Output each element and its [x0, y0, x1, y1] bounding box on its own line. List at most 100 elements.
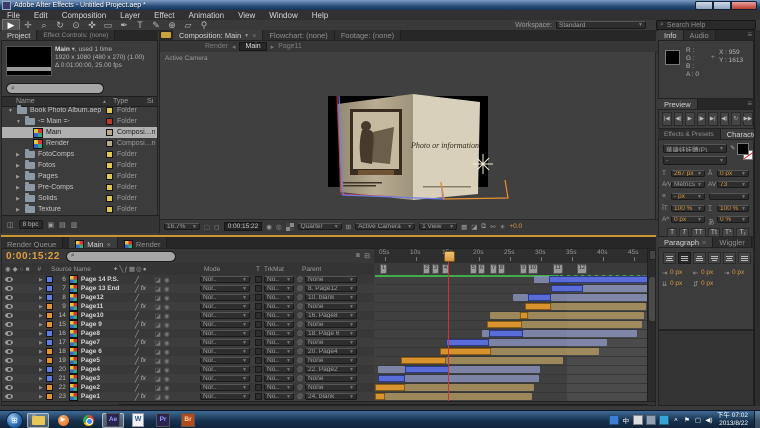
t-toggle[interactable]: [255, 285, 262, 292]
parent-dropdown[interactable]: None▼: [305, 303, 357, 310]
trkmat-dropdown[interactable]: No..▼: [264, 285, 294, 292]
faux-style-toggle[interactable]: T: [679, 228, 689, 237]
disclosure-arrow-icon[interactable]: ▶: [39, 394, 43, 400]
switch-icon-b[interactable]: ◉: [164, 330, 170, 338]
tab-paragraph[interactable]: Paragraph×: [658, 237, 713, 247]
pixel-aspect-icon[interactable]: ⊞: [346, 223, 351, 231]
first-frame-button[interactable]: |◀: [662, 112, 672, 126]
quality-switch-icon[interactable]: ╱: [135, 285, 139, 293]
comp-mini-flowchart-icon[interactable]: ⧈: [356, 252, 360, 260]
label-color-chip[interactable]: [46, 330, 53, 337]
layer-name[interactable]: Page11: [81, 303, 133, 310]
trkmat-dropdown[interactable]: No..▼: [264, 339, 294, 346]
quality-switch-icon[interactable]: ╱: [135, 321, 139, 329]
switch-icon-b[interactable]: ◉: [164, 321, 170, 329]
label-color-chip[interactable]: [46, 393, 53, 400]
type-tool-icon[interactable]: T: [132, 20, 148, 30]
space-before-value[interactable]: 0 px: [670, 280, 682, 287]
loop-button[interactable]: ↻: [731, 112, 741, 126]
layer-bar-active[interactable]: [520, 312, 528, 319]
switch-icon-b[interactable]: ◉: [164, 357, 170, 365]
switch-icon-b[interactable]: ◉: [164, 393, 170, 401]
menu-help[interactable]: Help: [305, 11, 335, 20]
label-color-chip[interactable]: [106, 162, 113, 169]
trkmat-dropdown[interactable]: No..▼: [264, 321, 294, 328]
disclosure-arrow-icon[interactable]: ▶: [39, 313, 43, 319]
disclosure-arrow-icon[interactable]: ▶: [39, 358, 43, 364]
tray-window-icon[interactable]: [633, 415, 643, 425]
label-color-chip[interactable]: [106, 151, 113, 158]
label-color-chip[interactable]: [46, 339, 53, 346]
flowchart-icon[interactable]: ⚯: [490, 223, 495, 231]
vertical-scale-dropdown[interactable]: 100 %▼: [671, 205, 705, 212]
trkmat-dropdown[interactable]: No..▼: [264, 348, 294, 355]
switch-icon-a[interactable]: ◪: [155, 384, 161, 392]
eye-icon[interactable]: [5, 340, 13, 345]
grid-icon[interactable]: ▦: [461, 223, 467, 231]
eye-icon[interactable]: [5, 322, 13, 327]
eye-icon[interactable]: [5, 286, 13, 291]
label-color-chip[interactable]: [46, 276, 53, 283]
trkmat-dropdown[interactable]: No..▼: [264, 357, 294, 364]
align-button-0[interactable]: [663, 252, 676, 264]
t-toggle[interactable]: [255, 384, 262, 391]
mask-toggle-icon[interactable]: ◪: [471, 223, 477, 231]
t-toggle[interactable]: [255, 276, 262, 283]
parent-pickwhip-icon[interactable]: @: [297, 304, 303, 310]
parent-pickwhip-icon[interactable]: @: [297, 295, 303, 301]
switch-icon-b[interactable]: ◉: [164, 348, 170, 356]
align-button-2[interactable]: [693, 252, 706, 264]
comp-marker-3[interactable]: 3: [432, 264, 439, 274]
project-search-input[interactable]: ⌕: [6, 83, 104, 94]
mode-dropdown[interactable]: Nor..▼: [200, 375, 250, 382]
layer-bar-active[interactable]: [446, 339, 489, 346]
switch-icon-b[interactable]: ◉: [164, 384, 170, 392]
parent-dropdown[interactable]: None▼: [305, 384, 357, 391]
switch-icon-b[interactable]: ◉: [164, 375, 170, 383]
tab-project[interactable]: Project: [1, 30, 37, 40]
hand-tool-icon[interactable]: ✛: [20, 20, 36, 30]
breadcrumb-current[interactable]: Main: [239, 42, 266, 51]
fx-switch-icon[interactable]: fx: [141, 321, 151, 328]
indent-left-value[interactable]: 0 px: [670, 269, 682, 276]
disclosure-arrow-icon[interactable]: ▶: [39, 286, 43, 292]
mode-dropdown[interactable]: Nor..▼: [200, 366, 250, 373]
collapsed-panel-strip[interactable]: [754, 30, 760, 406]
breadcrumb-next[interactable]: Page11: [278, 43, 302, 50]
taskbar-app-premiere[interactable]: Pr: [152, 413, 174, 428]
parent-dropdown[interactable]: 16. Page8▼: [305, 312, 357, 319]
disclosure-arrow-icon[interactable]: ▶: [39, 304, 43, 310]
tab-preview[interactable]: Preview: [658, 99, 698, 109]
switch-icon-a[interactable]: ◪: [155, 348, 161, 356]
zoom-out-mountain-icon[interactable]: ▲: [40, 406, 45, 407]
timeline-vscrollbar[interactable]: [647, 249, 656, 401]
layer-bar-ghost[interactable]: [449, 366, 540, 373]
disclosure-arrow-icon[interactable]: ▶: [16, 174, 22, 180]
play-button[interactable]: ▶: [685, 112, 695, 126]
project-item-solids[interactable]: ▶SolidsFolder: [2, 193, 157, 204]
taskbar-app-media[interactable]: ▶: [52, 413, 74, 428]
t-toggle[interactable]: [255, 330, 262, 337]
timeline-track-area[interactable]: [374, 275, 647, 401]
snapshot-icon[interactable]: ◉: [266, 223, 272, 231]
network-icon[interactable]: ▢: [694, 416, 702, 424]
layer-name[interactable]: Page10: [81, 312, 133, 319]
label-color-chip[interactable]: [106, 206, 113, 213]
fx-switch-icon[interactable]: fx: [141, 393, 151, 400]
timeline-icon[interactable]: ⧉: [481, 223, 486, 231]
motion-blur-toggle-icon[interactable]: ◉: [29, 405, 35, 407]
layer-bar-ghost[interactable]: [528, 312, 644, 319]
tray-app-icon[interactable]: [609, 415, 619, 425]
comp-marker-1[interactable]: 1: [380, 264, 387, 274]
pen-tool-icon[interactable]: ✒: [116, 20, 132, 30]
trkmat-dropdown[interactable]: No..▼: [264, 375, 294, 382]
tab-effects-presets[interactable]: Effects & Presets: [658, 129, 721, 139]
baseline-shift-dropdown[interactable]: 0 px▼: [671, 216, 705, 223]
parent-pickwhip-icon[interactable]: @: [297, 331, 303, 337]
switch-icon-a[interactable]: ◪: [155, 294, 161, 302]
shape-tool-icon[interactable]: ▭: [100, 20, 116, 30]
parent-dropdown[interactable]: None▼: [305, 339, 357, 346]
comp-marker-7[interactable]: 7: [490, 264, 497, 274]
layer-bar-active[interactable]: [525, 303, 551, 310]
project-item-pre-comps[interactable]: ▶Pre-CompsFolder: [2, 182, 157, 193]
